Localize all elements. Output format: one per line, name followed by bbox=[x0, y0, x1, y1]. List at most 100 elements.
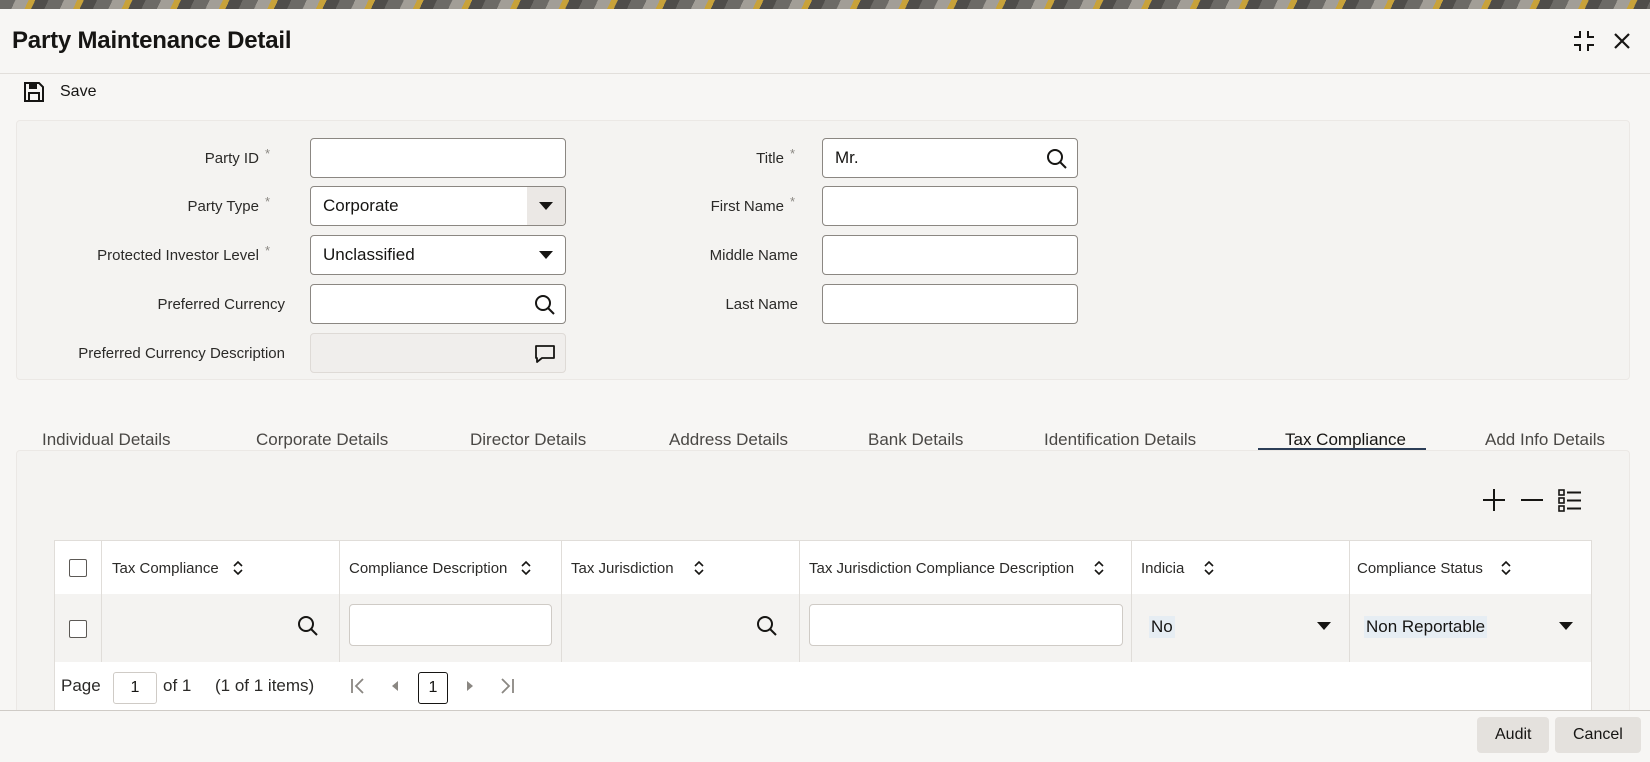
current-page-button[interactable]: 1 bbox=[418, 672, 448, 704]
pagination-bar: Page 1 of 1 (1 of 1 items) 1 bbox=[54, 662, 1592, 711]
required-marker: * bbox=[264, 194, 270, 209]
search-icon[interactable] bbox=[296, 614, 320, 638]
compliance-status-value: Non Reportable bbox=[1364, 616, 1488, 638]
party-type-label-text: Party Type bbox=[187, 198, 259, 215]
title-input[interactable]: Mr. bbox=[822, 138, 1078, 178]
cancel-button[interactable]: Cancel bbox=[1555, 717, 1641, 753]
column-divider bbox=[799, 594, 800, 662]
required-marker: * bbox=[264, 146, 270, 161]
protected-investor-level-value: Unclassified bbox=[323, 245, 415, 264]
first-name-label-text: First Name bbox=[710, 198, 784, 215]
title-value: Mr. bbox=[835, 148, 859, 167]
sort-icon[interactable] bbox=[692, 559, 706, 577]
required-marker: * bbox=[264, 243, 270, 258]
floppy-disk-icon bbox=[24, 82, 44, 102]
title-label: Title * bbox=[700, 146, 795, 167]
comment-icon[interactable] bbox=[533, 342, 557, 366]
search-icon[interactable] bbox=[755, 614, 779, 638]
column-header-label: Tax Compliance bbox=[112, 559, 219, 577]
party-type-select[interactable]: Corporate bbox=[310, 186, 566, 226]
title-label-text: Title bbox=[756, 150, 784, 167]
party-id-label-text: Party ID bbox=[204, 150, 259, 167]
compliance-description-input[interactable] bbox=[349, 604, 552, 646]
maximize-button[interactable] bbox=[1570, 27, 1598, 55]
column-divider bbox=[101, 594, 102, 662]
first-name-input[interactable] bbox=[822, 186, 1078, 226]
preferred-currency-input[interactable] bbox=[310, 284, 566, 324]
party-type-dropdown-button[interactable] bbox=[527, 187, 565, 225]
party-id-label: Party ID * bbox=[150, 146, 270, 167]
save-button[interactable]: Save bbox=[22, 80, 96, 104]
compliance-status-select[interactable]: Non Reportable bbox=[1364, 614, 1576, 640]
column-header-tax-compliance[interactable]: Tax Compliance bbox=[112, 541, 245, 595]
required-marker: * bbox=[789, 194, 795, 209]
add-row-icon[interactable] bbox=[1480, 486, 1508, 514]
first-page-icon[interactable] bbox=[348, 676, 368, 696]
close-icon bbox=[1614, 33, 1630, 49]
sort-icon[interactable] bbox=[1202, 559, 1216, 577]
column-divider bbox=[339, 541, 340, 595]
chevron-down-icon bbox=[1559, 622, 1573, 630]
chevron-down-icon bbox=[539, 251, 553, 259]
column-header-label: Tax Jurisdiction Compliance Description bbox=[809, 559, 1075, 577]
last-name-input[interactable] bbox=[822, 284, 1078, 324]
party-id-input[interactable] bbox=[310, 138, 566, 178]
column-header-compliance-description[interactable]: Compliance Description bbox=[349, 541, 533, 595]
sort-icon[interactable] bbox=[231, 559, 245, 577]
tax-jurisdiction-compliance-description-input[interactable] bbox=[809, 604, 1123, 646]
preferred-currency-description-label: Preferred Currency Description bbox=[78, 345, 285, 362]
required-marker: * bbox=[789, 146, 795, 161]
previous-page-icon[interactable] bbox=[385, 676, 405, 696]
column-header-tax-jurisdiction[interactable]: Tax Jurisdiction bbox=[571, 541, 706, 595]
title-bar: Party Maintenance Detail bbox=[0, 9, 1650, 74]
column-header-compliance-status[interactable]: Compliance Status bbox=[1357, 541, 1513, 595]
page-title: Party Maintenance Detail bbox=[12, 27, 292, 54]
column-header-indicia[interactable]: Indicia bbox=[1141, 541, 1216, 595]
protected-investor-level-select[interactable]: Unclassified bbox=[310, 235, 566, 275]
grid-header-row: Tax Compliance Compliance Description Ta… bbox=[54, 540, 1592, 596]
middle-name-input[interactable] bbox=[822, 235, 1078, 275]
page-count-label: of 1 bbox=[163, 676, 192, 695]
column-divider bbox=[1349, 541, 1350, 595]
tab-bar: Individual Details Corporate Details Dir… bbox=[0, 398, 1650, 449]
sort-icon[interactable] bbox=[519, 559, 533, 577]
column-list-icon[interactable] bbox=[1556, 486, 1584, 514]
column-divider bbox=[1349, 594, 1350, 662]
search-icon[interactable] bbox=[533, 293, 557, 317]
column-divider bbox=[101, 541, 102, 595]
sort-icon[interactable] bbox=[1499, 559, 1513, 577]
preferred-currency-label: Preferred Currency bbox=[157, 296, 285, 313]
party-type-label: Party Type * bbox=[150, 194, 271, 215]
indicia-select[interactable]: No bbox=[1149, 614, 1331, 640]
column-divider bbox=[799, 541, 800, 595]
sort-icon[interactable] bbox=[1092, 559, 1106, 577]
protected-investor-level-label: Protected Investor Level * bbox=[60, 243, 270, 264]
decorative-banner bbox=[0, 0, 1650, 9]
page-number-input[interactable]: 1 bbox=[113, 672, 157, 704]
last-page-icon[interactable] bbox=[497, 676, 517, 696]
column-divider bbox=[1131, 541, 1132, 595]
last-name-label: Last Name bbox=[725, 296, 798, 313]
chevron-down-icon bbox=[539, 202, 553, 210]
protected-investor-level-label-text: Protected Investor Level bbox=[97, 247, 259, 264]
page-label: Page bbox=[61, 676, 101, 695]
protected-investor-level-dropdown-button[interactable] bbox=[527, 236, 565, 274]
column-divider bbox=[561, 594, 562, 662]
column-header-tax-jurisdiction-compliance-description[interactable]: Tax Jurisdiction Compliance Description bbox=[809, 541, 1106, 595]
close-button[interactable] bbox=[1608, 27, 1636, 55]
party-type-value: Corporate bbox=[323, 196, 399, 215]
audit-button[interactable]: Audit bbox=[1477, 717, 1550, 753]
remove-row-icon[interactable] bbox=[1518, 486, 1546, 514]
search-icon[interactable] bbox=[1045, 147, 1069, 171]
column-header-label: Indicia bbox=[1141, 559, 1185, 577]
toolbar: Save bbox=[22, 80, 96, 110]
maximize-icon bbox=[1574, 31, 1594, 51]
column-header-label: Compliance Description bbox=[349, 559, 508, 577]
column-divider bbox=[1131, 594, 1132, 662]
middle-name-label: Middle Name bbox=[709, 247, 798, 264]
next-page-icon[interactable] bbox=[460, 676, 480, 696]
table-row: No Non Reportable bbox=[54, 594, 1592, 663]
select-all-checkbox[interactable] bbox=[69, 559, 87, 577]
row-checkbox[interactable] bbox=[69, 620, 87, 638]
indicia-value: No bbox=[1149, 616, 1175, 638]
